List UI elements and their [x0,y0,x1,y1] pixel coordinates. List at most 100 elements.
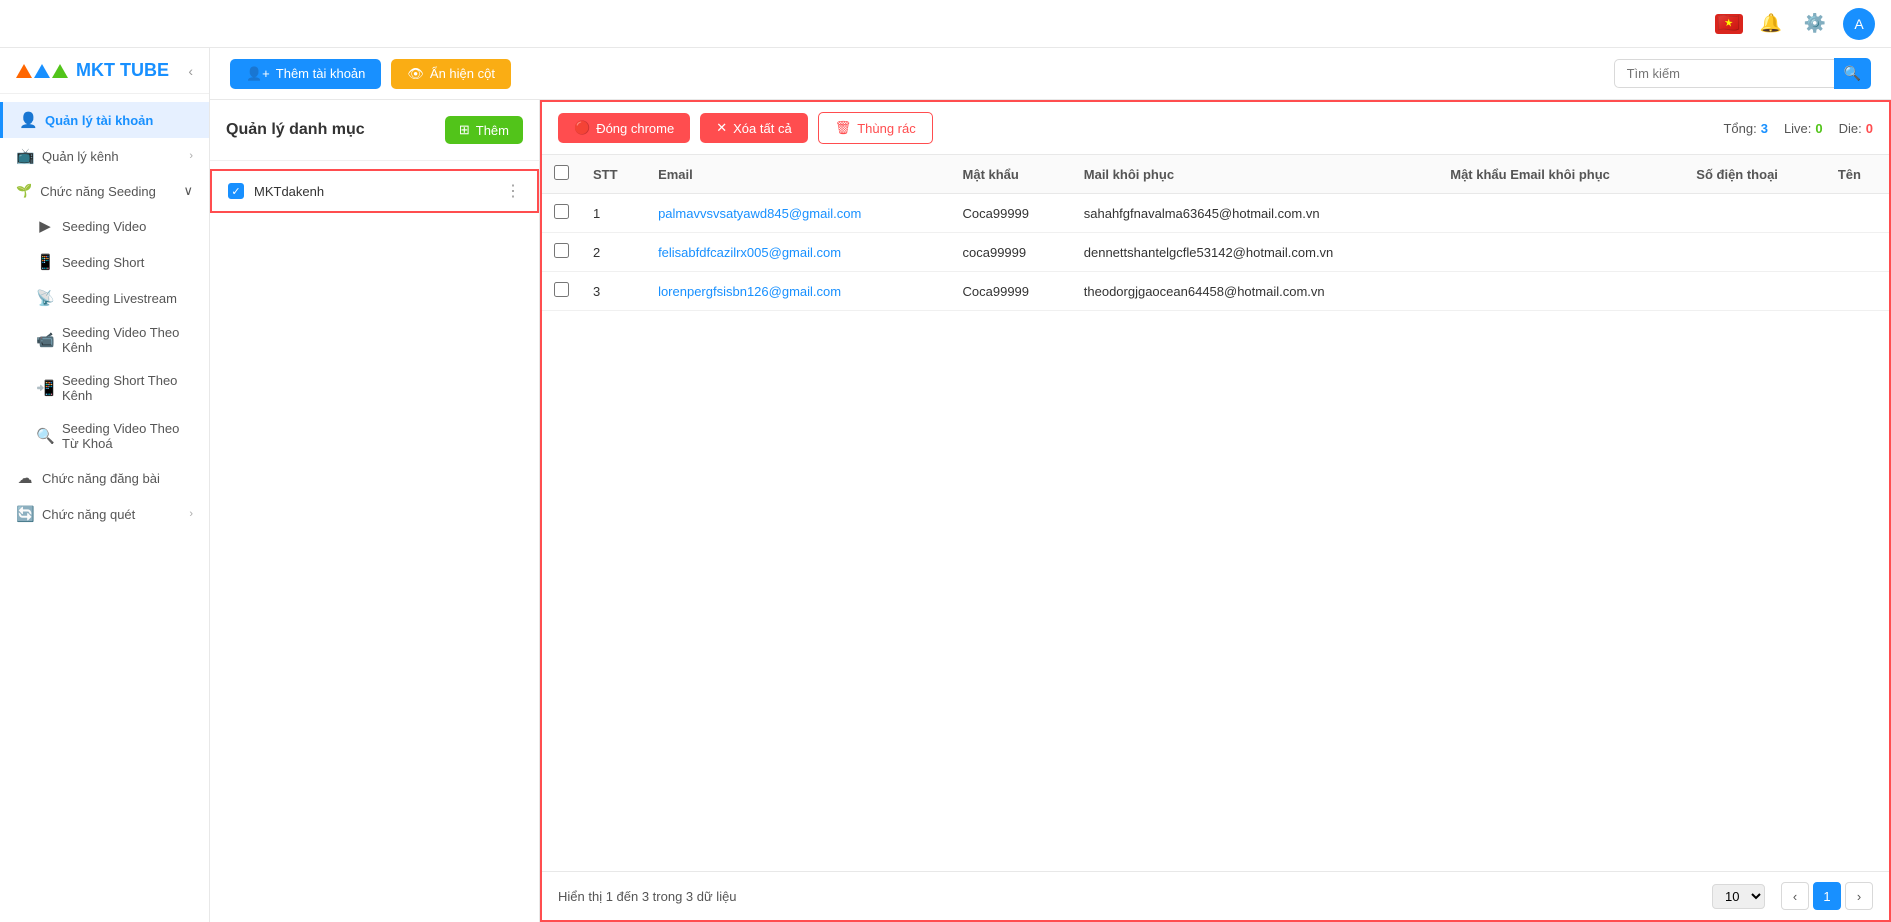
cell-stt: 1 [581,194,646,233]
sidebar-item-seeding-video[interactable]: ▶ Seeding Video [0,208,209,244]
sidebar-item-quan-ly-kenh[interactable]: 📺 Quản lý kênh › [0,138,209,174]
select-all-checkbox[interactable] [554,165,569,180]
left-panel: Quản lý danh mục ⊞ Thêm ✓ MKTdakenh ⋮ [210,100,540,922]
cell-recovery-mail: theodorgjgaocean64458@hotmail.com.vn [1072,272,1438,311]
sidebar-logo: MKT TUBE ‹ [0,48,209,94]
menu-label-seeding-short: Seeding Short [62,255,144,270]
table-header: STT Email Mật khẩu Mail khôi phục Mật kh… [542,155,1889,194]
data-table-container: STT Email Mật khẩu Mail khôi phục Mật kh… [542,155,1889,871]
sidebar-item-quet[interactable]: 🔄 Chức năng quét › [0,496,209,532]
table-footer: Hiển thị 1 đến 3 trong 3 dữ liệu 10 20 5… [542,871,1889,920]
seeding-icon: 🌱 [16,183,32,199]
cell-password: Coca99999 [951,272,1072,311]
top-header: 🔔 ⚙️ A [0,0,1891,48]
hide-col-button[interactable]: 👁 Ẩn hiện cột [391,59,511,89]
add-category-button[interactable]: ⊞ Thêm [445,116,523,144]
chevron-right-icon-quet: › [189,508,193,520]
cell-recovery-mail: dennettshantelgcfle53142@hotmail.com.vn [1072,233,1438,272]
stat-die: Die: 0 [1839,121,1873,136]
search-bar: 🔍 [1614,58,1871,89]
table-row: 1 palmavvsvsatyawd845@gmail.com Coca9999… [542,194,1889,233]
add-grid-icon: ⊞ [459,122,470,138]
cell-email: palmavvsvsatyawd845@gmail.com [646,194,950,233]
cell-name [1826,194,1889,233]
tong-value: 3 [1761,121,1768,136]
thung-rac-label: Thùng rác [857,121,916,136]
row-check-cell [542,194,581,233]
stat-live: Live: 0 [1784,121,1823,136]
main-toolbar: 👤+ Thêm tài khoản 👁 Ẩn hiện cột 🔍 [210,48,1891,100]
cell-email: lorenpergfsisbn126@gmail.com [646,272,950,311]
pagination: ‹ 1 › [1781,882,1873,910]
search-button[interactable]: 🔍 [1834,58,1871,89]
right-panel: 🔴 Đóng chrome ✕ Xóa tất cả 🗑 Thùng rác T… [540,100,1891,922]
col-phone: Số điện thoại [1684,155,1826,194]
search-input[interactable] [1614,59,1834,88]
page-size-select[interactable]: 10 20 50 [1712,884,1765,909]
settings-icon[interactable]: ⚙️ [1799,8,1831,40]
left-panel-header: Quản lý danh mục ⊞ Thêm [210,100,539,161]
video-kenh-icon: 📹 [36,331,54,349]
notification-icon[interactable]: 🔔 [1755,8,1787,40]
cell-phone [1684,194,1826,233]
sidebar-item-quan-ly-tai-khoan[interactable]: 👤 Quản lý tài khoản [0,102,209,138]
die-label: Die: [1839,121,1862,136]
add-account-button[interactable]: 👤+ Thêm tài khoản [230,59,381,89]
menu-label-dang-bai: Chức năng đăng bài [42,471,160,486]
hide-col-label: Ẩn hiện cột [430,66,495,81]
short-kenh-icon: 📲 [36,379,54,397]
account-table: STT Email Mật khẩu Mail khôi phục Mật kh… [542,155,1889,311]
add-account-icon: 👤+ [246,66,270,82]
page-1-button[interactable]: 1 [1813,882,1841,910]
prev-page-button[interactable]: ‹ [1781,882,1809,910]
email-link[interactable]: lorenpergfsisbn126@gmail.com [658,284,841,299]
dong-chrome-button[interactable]: 🔴 Đóng chrome [558,113,690,143]
collapse-button[interactable]: ‹ [188,63,193,79]
table-row: 3 lorenpergfsisbn126@gmail.com Coca99999… [542,272,1889,311]
sidebar-item-dang-bai[interactable]: ☁ Chức năng đăng bài [0,460,209,496]
xoa-tat-ca-button[interactable]: ✕ Xóa tất cả [700,113,807,143]
email-link[interactable]: palmavvsvsatyawd845@gmail.com [658,206,861,221]
logo-text: MKT TUBE [76,60,169,81]
flag-icon[interactable] [1715,14,1743,34]
channel-icon: 📺 [16,147,34,165]
category-menu-icon[interactable]: ⋮ [505,181,521,201]
sidebar-group-seeding[interactable]: 🌱 Chức năng Seeding ∨ [0,174,209,208]
avatar[interactable]: A [1843,8,1875,40]
inner-content: Quản lý danh mục ⊞ Thêm ✓ MKTdakenh ⋮ [210,100,1891,922]
table-body: 1 palmavvsvsatyawd845@gmail.com Coca9999… [542,194,1889,311]
sidebar-item-seeding-short[interactable]: 📱 Seeding Short [0,244,209,280]
category-list: ✓ MKTdakenh ⋮ [210,161,539,922]
row-checkbox-2[interactable] [554,243,569,258]
logo-shape [16,64,68,78]
row-checkbox-3[interactable] [554,282,569,297]
cell-password: coca99999 [951,233,1072,272]
scan-icon: 🔄 [16,505,34,523]
thung-rac-button[interactable]: 🗑 Thùng rác [818,112,933,144]
menu-label-seeding-livestream: Seeding Livestream [62,291,177,306]
short-icon: 📱 [36,253,54,271]
cell-stt: 3 [581,272,646,311]
content-area: 👤+ Thêm tài khoản 👁 Ẩn hiện cột 🔍 Quản l… [210,48,1891,922]
category-checkbox: ✓ [228,183,244,199]
cell-name [1826,272,1889,311]
category-item-mktdakenh[interactable]: ✓ MKTdakenh ⋮ [210,169,539,213]
sidebar-item-seeding-video-theo-kenh[interactable]: 📹 Seeding Video Theo Kênh [0,316,209,364]
email-link[interactable]: felisabfdfcazilrx005@gmail.com [658,245,841,260]
cell-phone [1684,233,1826,272]
col-recovery-mail: Mail khôi phục [1072,155,1438,194]
sidebar-menu: 👤 Quản lý tài khoản 📺 Quản lý kênh › 🌱 C… [0,94,209,540]
col-stt: STT [581,155,646,194]
eye-icon: 👁 [407,66,424,82]
sidebar-item-seeding-video-theo-tu-khoa[interactable]: 🔍 Seeding Video Theo Từ Khoá [0,412,209,460]
next-page-button[interactable]: › [1845,882,1873,910]
sidebar-item-seeding-short-theo-kenh[interactable]: 📲 Seeding Short Theo Kênh [0,364,209,412]
sidebar-item-seeding-livestream[interactable]: 📡 Seeding Livestream [0,280,209,316]
main-layout: MKT TUBE ‹ 👤 Quản lý tài khoản 📺 Quản lý… [0,48,1891,922]
cell-recovery-password [1438,272,1684,311]
row-check-cell [542,272,581,311]
table-row: 2 felisabfdfcazilrx005@gmail.com coca999… [542,233,1889,272]
panel-title: Quản lý danh mục [226,121,365,139]
menu-label-seeding-short-theo-kenh: Seeding Short Theo Kênh [62,373,193,403]
row-checkbox-1[interactable] [554,204,569,219]
